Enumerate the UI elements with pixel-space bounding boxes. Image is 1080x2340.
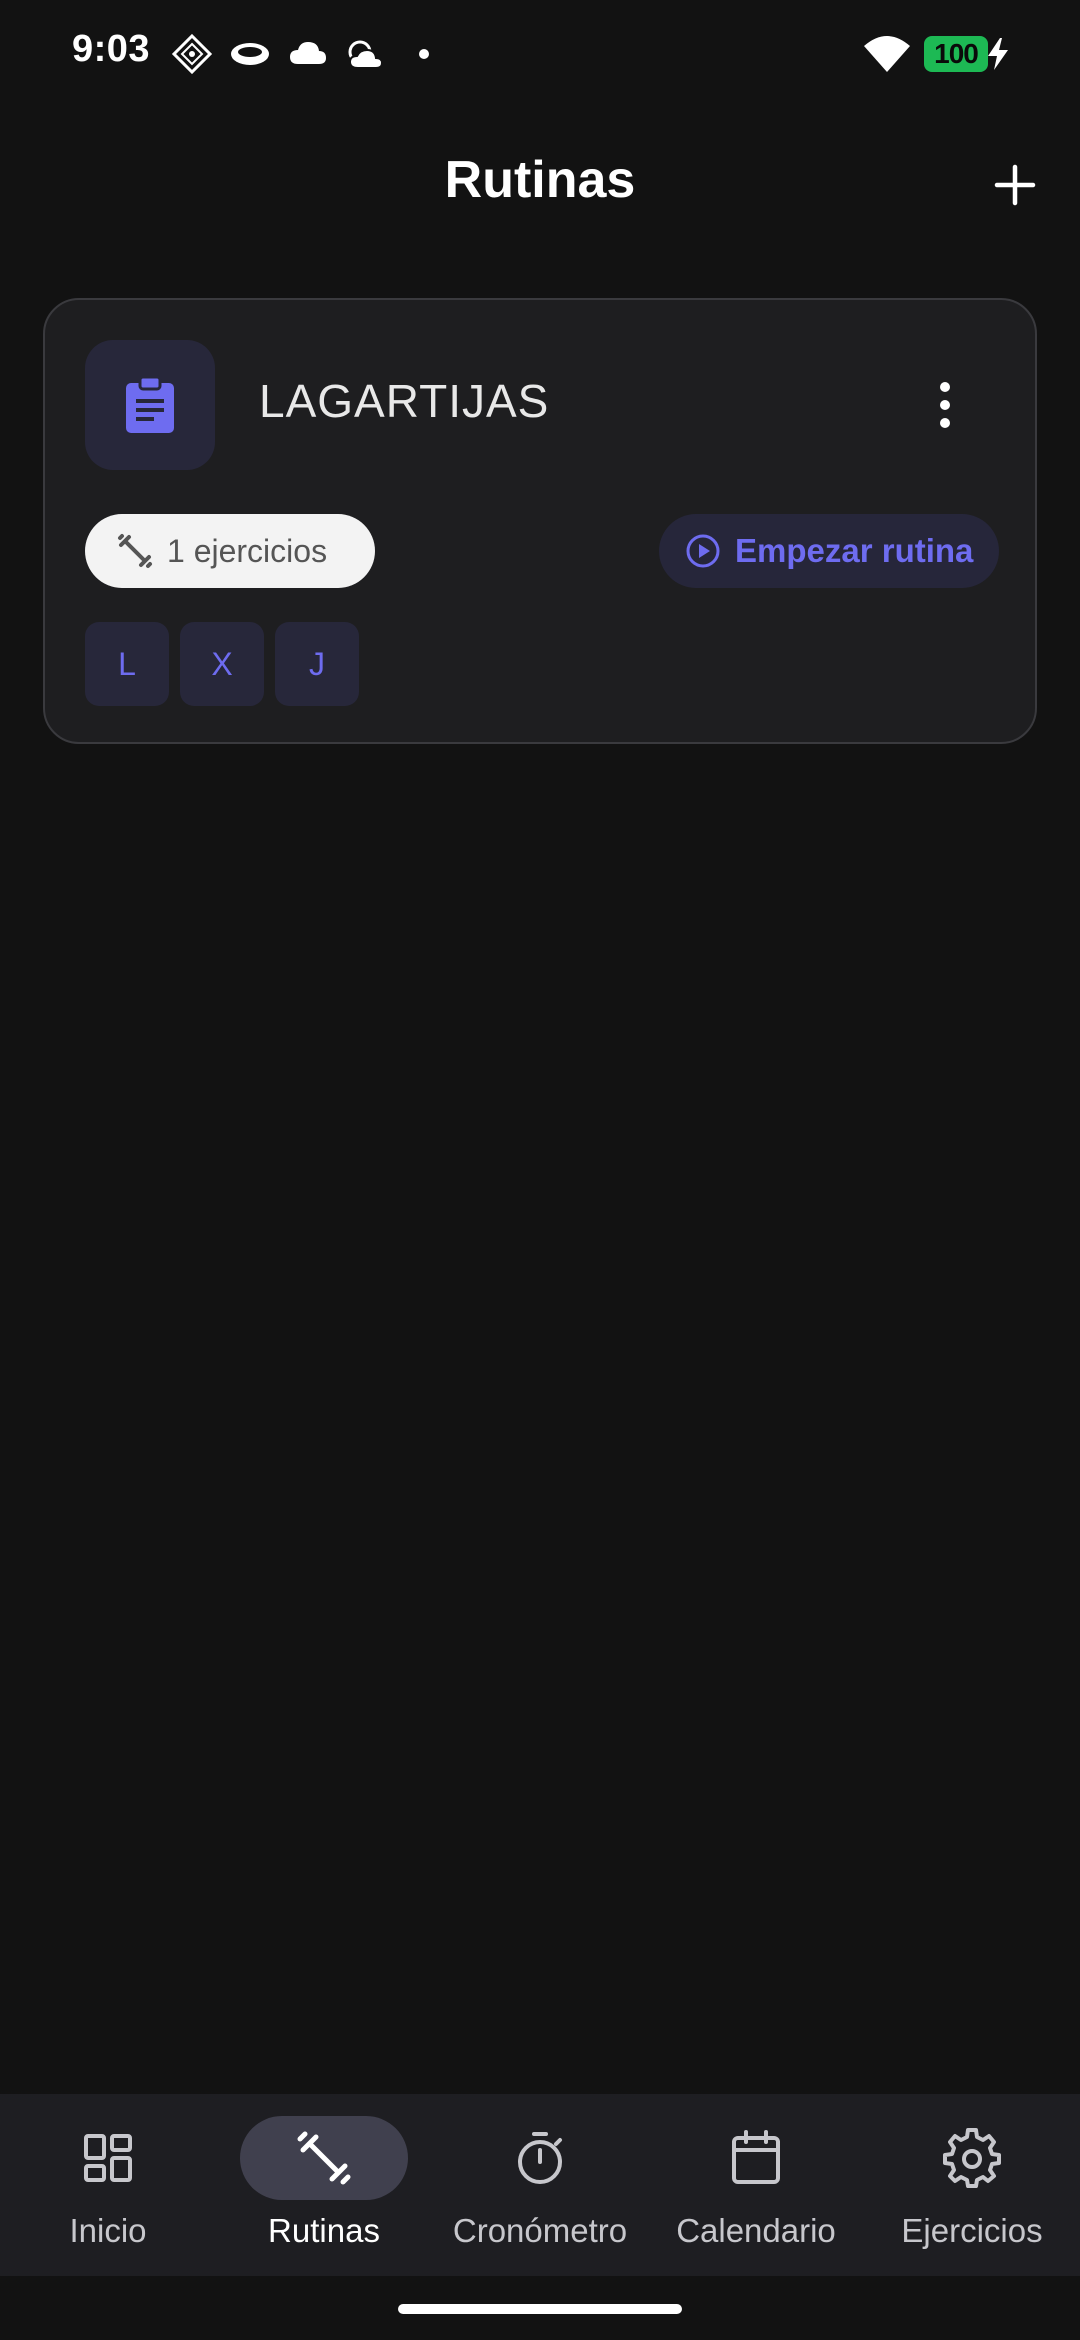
clipboard-icon — [126, 375, 174, 433]
status-bar: 9:03 100 — [0, 0, 1080, 105]
start-routine-label: Empezar rutina — [735, 532, 974, 569]
dashboard-icon — [84, 2134, 132, 2182]
more-vertical-icon — [940, 382, 950, 428]
battery-level: 100 — [934, 38, 979, 69]
weather-icon — [348, 40, 384, 69]
nav-item-inicio[interactable]: Inicio — [0, 2094, 216, 2276]
nav-label: Rutinas — [268, 2212, 380, 2249]
dumbbell-icon — [297, 2131, 351, 2185]
nav-label: Ejercicios — [901, 2212, 1043, 2249]
wifi-icon — [864, 36, 910, 72]
nav-label: Inicio — [69, 2212, 147, 2249]
exercise-count-label: 1 ejercicios — [167, 532, 328, 569]
notification-dot-icon — [419, 49, 429, 59]
charging-bolt-icon — [988, 38, 1008, 70]
page-title: Rutinas — [444, 151, 636, 209]
nav-item-ejercicios[interactable]: Ejercicios — [864, 2094, 1080, 2276]
day-chip: X — [180, 622, 264, 706]
play-circle-icon — [686, 534, 720, 568]
battery-icon: 100 — [924, 36, 1008, 72]
routine-title: LAGARTIJAS — [259, 375, 550, 427]
day-chip: L — [85, 622, 169, 706]
home-indicator[interactable] — [398, 2304, 682, 2314]
routine-card[interactable]: LAGARTIJAS 1 ejercicios Empezar rutina L… — [43, 298, 1037, 744]
routine-icon-box — [85, 340, 215, 470]
nav-item-calendario[interactable]: Calendario — [648, 2094, 864, 2276]
nav-label: Calendario — [676, 2212, 836, 2249]
headset-icon — [231, 43, 269, 65]
nav-item-rutinas[interactable]: Rutinas — [216, 2094, 432, 2276]
nav-item-cronometro[interactable]: Cronómetro — [432, 2094, 648, 2276]
bottom-navigation: Inicio Rutinas Cronómetro Calendario Eje… — [0, 2094, 1080, 2276]
nav-label: Cronómetro — [452, 2212, 628, 2249]
routine-menu-button[interactable] — [915, 372, 975, 438]
cloud-icon — [290, 42, 326, 64]
screen: 9:03 100 Rutinas LAGARTIJAS 1 ejercicios… — [0, 0, 1080, 2340]
day-chip: J — [275, 622, 359, 706]
exercise-count-chip: 1 ejercicios — [85, 514, 375, 588]
calendar-icon — [732, 2130, 780, 2184]
dumbbell-icon — [118, 534, 152, 568]
top-app-bar: Rutinas — [0, 120, 1080, 244]
navigation-diamond-icon — [171, 33, 213, 75]
status-time: 9:03 — [72, 28, 151, 70]
add-routine-button[interactable] — [980, 150, 1050, 220]
plus-icon — [994, 164, 1036, 206]
start-routine-button[interactable]: Empezar rutina — [659, 514, 999, 588]
gear-icon — [943, 2128, 1001, 2188]
stopwatch-icon — [518, 2132, 562, 2184]
